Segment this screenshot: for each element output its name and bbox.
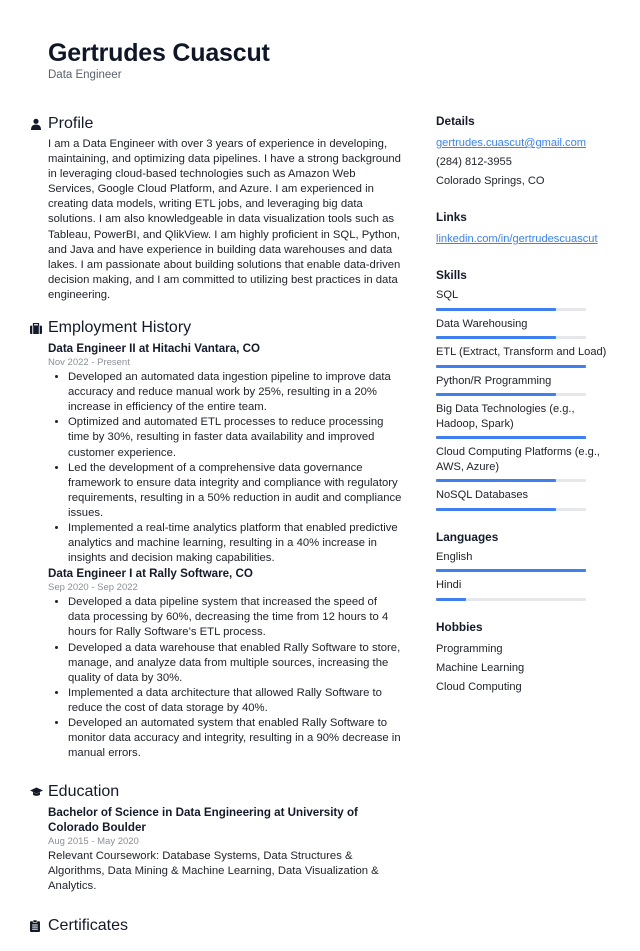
language-item: Hindi	[436, 578, 616, 601]
skill-level-fill	[436, 307, 556, 311]
skill-item: Python/R Programming	[436, 374, 616, 396]
profile-summary: I am a Data Engineer with over 3 years o…	[48, 138, 401, 301]
job-bullets: Developed a data pipeline system that in…	[48, 595, 402, 761]
certificates-heading: Certificates	[48, 916, 129, 934]
phone-number: (284) 812-3955	[436, 156, 512, 168]
linkedin-link[interactable]: linkedin.com/in/gertrudescuascut	[436, 230, 616, 249]
language-level-fill	[436, 569, 586, 572]
skill-level-bar	[436, 364, 586, 368]
skill-label: Cloud Computing Platforms (e.g., AWS, Az…	[436, 446, 601, 473]
skill-label: NoSQL Databases	[436, 489, 529, 501]
skill-item: Cloud Computing Platforms (e.g., AWS, Az…	[436, 445, 616, 482]
email-link[interactable]: gertrudes.cuascut@gmail.com	[436, 134, 616, 153]
language-level-fill	[436, 597, 466, 601]
languages-section: Languages English Hindi	[436, 529, 616, 601]
profile-section: Profile I am a Data Engineer with over 3…	[30, 113, 402, 303]
skill-level-bar	[436, 479, 586, 482]
certificates-section: Certificates	[30, 915, 402, 937]
job-dates: Sep 2020 - Sep 2022	[48, 582, 138, 594]
skill-item: NoSQL Databases	[436, 488, 616, 511]
education-heading: Education	[48, 783, 120, 801]
resume-header: Gertrudes Cuascut Data Engineer	[48, 38, 270, 82]
details-section: Details gertrudes.cuascut@gmail.com (284…	[436, 113, 616, 191]
skill-item: ETL (Extract, Transform and Load)	[436, 345, 616, 368]
skill-label: ETL (Extract, Transform and Load)	[436, 346, 607, 358]
skill-item: Data Warehousing	[436, 317, 616, 339]
hobby-item: Cloud Computing	[436, 680, 522, 693]
job-title: Data Engineer I at Rally Software, CO	[48, 567, 253, 581]
skill-level-bar	[436, 307, 586, 311]
degree-title: Bachelor of Science in Data Engineering …	[48, 806, 358, 835]
job-entry: Data Engineer II at Hitachi Vantara, CO …	[30, 341, 402, 566]
language-item: English	[436, 550, 616, 572]
skill-label: Data Warehousing	[436, 317, 528, 330]
language-level-bar	[436, 569, 586, 572]
skill-item: Big Data Technologies (e.g., Hadoop, Spa…	[436, 402, 616, 439]
skill-level-fill	[436, 364, 586, 368]
skill-item: SQL	[436, 288, 616, 311]
profile-heading: Profile	[48, 115, 94, 132]
skill-level-fill	[436, 436, 586, 439]
links-heading: Links	[436, 210, 467, 224]
job-bullet: Led the development of a comprehensive d…	[68, 461, 402, 521]
job-bullets: Developed an automated data ingestion pi…	[48, 370, 402, 566]
clipboard-icon	[30, 919, 48, 932]
candidate-title: Data Engineer	[48, 69, 122, 81]
graduation-cap-icon	[30, 787, 48, 797]
employment-section: Employment History Data Engineer II at H…	[30, 317, 402, 761]
skill-label: Big Data Technologies (e.g., Hadoop, Spa…	[436, 403, 575, 430]
skill-level-bar	[436, 336, 586, 339]
job-bullet: Developed a data pipeline system that in…	[68, 595, 402, 640]
job-bullet: Implemented a data architecture that all…	[68, 686, 402, 716]
job-bullet: Developed a data warehouse that enabled …	[68, 641, 402, 686]
sidebar: Details gertrudes.cuascut@gmail.com (284…	[436, 113, 616, 715]
skill-label: Python/R Programming	[436, 374, 552, 387]
skill-level-fill	[436, 507, 556, 511]
details-heading: Details	[436, 114, 475, 128]
job-bullet: Implemented a real-time analytics platfo…	[68, 521, 402, 566]
skill-level-fill	[436, 336, 556, 339]
main-column: Profile I am a Data Engineer with over 3…	[30, 113, 402, 951]
person-icon	[30, 118, 48, 130]
hobbies-section: Hobbies Programming Machine Learning Clo…	[436, 619, 616, 697]
skill-level-bar	[436, 436, 586, 439]
language-label: Hindi	[436, 579, 462, 591]
skill-level-bar	[436, 393, 586, 396]
education-section: Education Bachelor of Science in Data En…	[30, 781, 402, 894]
skill-level-bar	[436, 507, 586, 511]
job-bullet: Developed an automated data ingestion pi…	[68, 370, 402, 415]
languages-heading: Languages	[436, 529, 499, 544]
coursework: Relevant Coursework: Database Systems, D…	[48, 850, 379, 893]
education-dates: Aug 2015 - May 2020	[48, 836, 139, 848]
job-bullet: Optimized and automated ETL processes to…	[68, 415, 402, 460]
language-label: English	[436, 550, 473, 563]
job-entry: Data Engineer I at Rally Software, CO Se…	[30, 566, 402, 761]
candidate-name: Gertrudes Cuascut	[48, 39, 270, 67]
skill-label: SQL	[436, 289, 459, 301]
skill-level-fill	[436, 393, 556, 396]
job-bullet: Developed an automated system that enabl…	[68, 716, 402, 761]
skills-section: Skills SQL Data Warehousing ETL (Extract, …	[436, 267, 616, 511]
hobby-item: Machine Learning	[436, 661, 525, 674]
skill-level-fill	[436, 479, 556, 482]
location: Colorado Springs, CO	[436, 175, 545, 187]
job-dates: Nov 2022 - Present	[48, 357, 130, 369]
hobby-item: Programming	[436, 642, 503, 655]
skills-heading: Skills	[436, 268, 467, 282]
links-section: Links linkedin.com/in/gertrudescuascut	[436, 209, 616, 249]
hobbies-heading: Hobbies	[436, 619, 483, 634]
job-title: Data Engineer II at Hitachi Vantara, CO	[48, 342, 260, 356]
briefcase-icon	[30, 322, 48, 334]
employment-heading: Employment History	[48, 319, 192, 337]
language-level-bar	[436, 597, 586, 601]
